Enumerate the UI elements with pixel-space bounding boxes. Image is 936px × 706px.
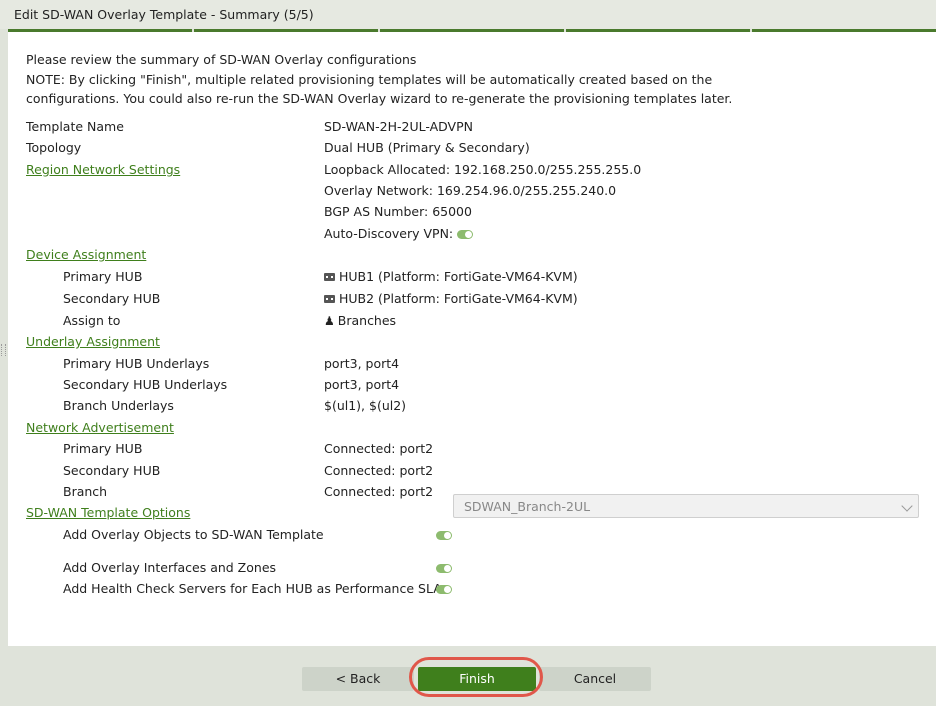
loopback-value: Loopback Allocated: 192.168.250.0/255.25… xyxy=(324,162,642,177)
opt-health-check-toggle[interactable] xyxy=(436,585,452,594)
advpn-row: Auto-Discovery VPN: xyxy=(324,224,474,244)
advpn-label: Auto-Discovery VPN: xyxy=(324,226,454,241)
opt-health-check-toggle-wrap xyxy=(436,579,452,599)
chevron-down-icon xyxy=(901,500,913,512)
secondary-underlays-label: Secondary HUB Underlays xyxy=(63,377,228,392)
fortigate-device-icon xyxy=(324,272,335,281)
overlay-network-value: Overlay Network: 169.254.96.0/255.255.24… xyxy=(324,183,617,198)
region-network-settings-link[interactable]: Region Network Settings xyxy=(26,160,180,180)
resize-grip[interactable] xyxy=(1,344,6,356)
device-group-icon: ♟ xyxy=(324,314,335,328)
na-secondary-value: Connected: port2 xyxy=(324,463,434,478)
template-name-label: Template Name xyxy=(26,119,124,134)
na-branch-label: Branch xyxy=(63,484,108,499)
opt-overlay-interfaces-label: Add Overlay Interfaces and Zones xyxy=(63,560,277,575)
primary-hub-row: HUB1 (Platform: FortiGate-VM64-KVM) xyxy=(324,267,578,287)
primary-underlays-label: Primary HUB Underlays xyxy=(63,356,210,371)
assign-to-value: Branches xyxy=(337,313,397,328)
opt-overlay-objects-label: Add Overlay Objects to SD-WAN Template xyxy=(63,527,324,542)
assign-to-row: ♟ Branches xyxy=(324,311,396,331)
opt-health-check-label: Add Health Check Servers for Each HUB as… xyxy=(63,581,442,596)
secondary-hub-label: Secondary HUB xyxy=(63,291,161,306)
dialog-titlebar: Edit SD-WAN Overlay Template - Summary (… xyxy=(0,0,936,29)
primary-underlays-value: port3, port4 xyxy=(324,356,400,371)
branch-underlays-label: Branch Underlays xyxy=(63,398,174,413)
topology-label: Topology xyxy=(26,140,82,155)
primary-hub-value: HUB1 (Platform: FortiGate-VM64-KVM) xyxy=(339,269,578,284)
network-advertisement-link[interactable]: Network Advertisement xyxy=(26,418,174,438)
primary-hub-label: Primary HUB xyxy=(63,269,143,284)
intro-text: Please review the summary of SD-WAN Over… xyxy=(26,50,806,109)
assign-to-label: Assign to xyxy=(63,313,121,328)
dialog-title: Edit SD-WAN Overlay Template - Summary (… xyxy=(14,7,314,22)
branch-underlays-value: $(ul1), $(ul2) xyxy=(324,398,407,413)
sdwan-template-select[interactable]: SDWAN_Branch-2UL xyxy=(453,494,919,518)
intro-line: Please review the summary of SD-WAN Over… xyxy=(26,52,417,67)
na-primary-label: Primary HUB xyxy=(63,441,143,456)
advpn-toggle xyxy=(457,230,474,239)
na-secondary-label: Secondary HUB xyxy=(63,463,161,478)
bgp-as-value: BGP AS Number: 65000 xyxy=(324,204,472,219)
back-button[interactable]: < Back xyxy=(302,667,414,691)
na-primary-value: Connected: port2 xyxy=(324,441,434,456)
na-branch-value: Connected: port2 xyxy=(324,484,434,499)
opt-overlay-objects-toggle-wrap xyxy=(436,525,452,545)
sdwan-template-select-value: SDWAN_Branch-2UL xyxy=(464,499,591,514)
template-name-value: SD-WAN-2H-2UL-ADVPN xyxy=(324,119,473,134)
opt-overlay-interfaces-toggle[interactable] xyxy=(436,564,452,573)
secondary-hub-value: HUB2 (Platform: FortiGate-VM64-KVM) xyxy=(339,291,578,306)
cancel-button[interactable]: Cancel xyxy=(539,667,651,691)
sdwan-template-options-link[interactable]: SD-WAN Template Options xyxy=(26,503,190,523)
secondary-underlays-value: port3, port4 xyxy=(324,377,400,392)
topology-value: Dual HUB (Primary & Secondary) xyxy=(324,140,530,155)
summary-panel: Please review the summary of SD-WAN Over… xyxy=(8,32,936,646)
opt-overlay-interfaces-toggle-wrap xyxy=(436,558,452,578)
fortigate-device-icon xyxy=(324,294,335,303)
intro-note: NOTE: By clicking "Finish", multiple rel… xyxy=(26,71,733,107)
underlay-assignment-link[interactable]: Underlay Assignment xyxy=(26,332,160,352)
finish-button[interactable]: Finish xyxy=(418,667,536,691)
opt-overlay-objects-toggle[interactable] xyxy=(436,531,452,540)
device-assignment-link[interactable]: Device Assignment xyxy=(26,245,146,265)
secondary-hub-row: HUB2 (Platform: FortiGate-VM64-KVM) xyxy=(324,289,578,309)
